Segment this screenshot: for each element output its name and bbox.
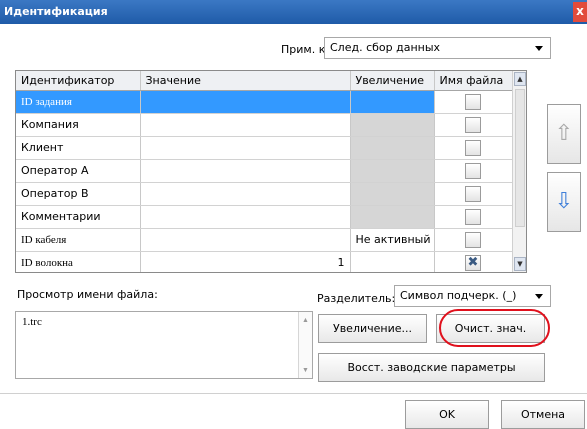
scroll-thumb[interactable] bbox=[515, 89, 525, 227]
zoom-button[interactable]: Увеличение... bbox=[318, 314, 427, 343]
move-up-button[interactable]: ⇧ bbox=[547, 104, 581, 164]
filename-checkbox[interactable] bbox=[465, 208, 481, 225]
zoom-cell bbox=[350, 113, 435, 137]
value-cell[interactable] bbox=[140, 90, 351, 114]
window-title: Идентификация bbox=[4, 5, 108, 18]
table-row[interactable]: ID волокна 1 ✖ bbox=[16, 251, 513, 272]
title-bar: Идентификация x bbox=[0, 0, 587, 24]
zoom-cell[interactable]: Не активный bbox=[350, 228, 435, 252]
zoom-cell bbox=[350, 205, 435, 229]
scroll-down-icon[interactable]: ▼ bbox=[300, 364, 311, 376]
value-cell[interactable] bbox=[140, 159, 351, 183]
filename-preview-text: 1.trc bbox=[22, 316, 42, 328]
separator-value: Символ подчерк. (_) bbox=[400, 289, 517, 302]
identifier-cell[interactable]: Оператор A bbox=[16, 159, 141, 183]
separator-select[interactable]: Символ подчерк. (_) bbox=[394, 285, 551, 307]
zoom-cell bbox=[350, 159, 435, 183]
filename-cell: ✖ bbox=[434, 251, 513, 272]
filename-checkbox[interactable] bbox=[465, 116, 481, 133]
filename-cell bbox=[434, 136, 513, 160]
chevron-down-icon bbox=[535, 294, 543, 299]
value-cell[interactable] bbox=[140, 205, 351, 229]
move-down-button[interactable]: ⇩ bbox=[547, 172, 581, 232]
table-row[interactable]: Клиент bbox=[16, 136, 513, 160]
clear-values-button[interactable]: Очист. знач. bbox=[436, 314, 545, 343]
footer-divider bbox=[0, 393, 587, 394]
identifier-cell[interactable]: Клиент bbox=[16, 136, 141, 160]
apply-to-label: Прим. к: bbox=[281, 43, 330, 56]
zoom-cell[interactable] bbox=[350, 251, 435, 272]
grid-scrollbar[interactable]: ▲ ▼ bbox=[512, 71, 526, 272]
filename-cell bbox=[434, 90, 513, 114]
filename-checkbox[interactable] bbox=[465, 93, 481, 110]
table-row[interactable]: Компания bbox=[16, 113, 513, 137]
identifier-cell[interactable]: Оператор B bbox=[16, 182, 141, 206]
filename-cell bbox=[434, 113, 513, 137]
filename-cell bbox=[434, 228, 513, 252]
identifier-cell[interactable]: ID кабеля bbox=[16, 228, 141, 252]
filename-checkbox[interactable] bbox=[465, 231, 481, 248]
zoom-cell bbox=[350, 90, 435, 114]
apply-to-value: След. сбор данных bbox=[330, 41, 441, 54]
separator-label: Разделитель: bbox=[317, 292, 396, 305]
arrow-down-icon: ⇩ bbox=[554, 189, 574, 214]
scroll-up-icon[interactable]: ▲ bbox=[514, 72, 526, 86]
filename-checkbox[interactable] bbox=[465, 185, 481, 202]
restore-defaults-button[interactable]: Восст. заводские параметры bbox=[318, 353, 545, 382]
filename-checkbox[interactable] bbox=[465, 139, 481, 156]
column-header-identifier[interactable]: Идентификатор bbox=[16, 71, 141, 91]
close-button[interactable]: x bbox=[573, 2, 587, 22]
filename-checkbox-checked[interactable]: ✖ bbox=[465, 254, 481, 271]
identifier-cell[interactable]: Компания bbox=[16, 113, 141, 137]
value-cell[interactable] bbox=[140, 182, 351, 206]
filename-cell bbox=[434, 205, 513, 229]
chevron-down-icon bbox=[535, 46, 543, 51]
value-cell[interactable] bbox=[140, 228, 351, 252]
table-row[interactable]: ID кабеля Не активный bbox=[16, 228, 513, 252]
value-cell[interactable]: 1 bbox=[140, 251, 351, 272]
filename-cell bbox=[434, 182, 513, 206]
identifier-cell[interactable]: ID задания bbox=[16, 90, 141, 114]
cancel-button[interactable]: Отмена bbox=[501, 400, 585, 429]
table-row[interactable]: ID задания bbox=[16, 90, 513, 114]
column-header-filename[interactable]: Имя файла bbox=[434, 71, 513, 91]
identification-grid: Идентификатор Значение Увеличение Имя фа… bbox=[15, 70, 527, 273]
column-header-value[interactable]: Значение bbox=[140, 71, 351, 91]
scroll-down-icon[interactable]: ▼ bbox=[514, 257, 526, 271]
zoom-cell bbox=[350, 182, 435, 206]
table-row[interactable]: Оператор A bbox=[16, 159, 513, 183]
filename-preview-box: 1.trc ▲ ▼ bbox=[15, 311, 313, 379]
grid-header-row: Идентификатор Значение Увеличение Имя фа… bbox=[16, 71, 513, 91]
filename-cell bbox=[434, 159, 513, 183]
apply-to-select[interactable]: След. сбор данных bbox=[324, 37, 551, 59]
table-row[interactable]: Оператор B bbox=[16, 182, 513, 206]
zoom-cell bbox=[350, 136, 435, 160]
identifier-cell[interactable]: ID волокна bbox=[16, 251, 141, 272]
arrow-up-icon: ⇧ bbox=[554, 121, 574, 146]
value-cell[interactable] bbox=[140, 113, 351, 137]
ok-button[interactable]: OK bbox=[405, 400, 489, 429]
filename-checkbox[interactable] bbox=[465, 162, 481, 179]
preview-scrollbar[interactable]: ▲ ▼ bbox=[298, 312, 312, 378]
scroll-up-icon[interactable]: ▲ bbox=[300, 314, 311, 326]
table-row[interactable]: Комментарии bbox=[16, 205, 513, 229]
column-header-zoom[interactable]: Увеличение bbox=[350, 71, 435, 91]
filename-preview-label: Просмотр имени файла: bbox=[17, 288, 158, 301]
identifier-cell[interactable]: Комментарии bbox=[16, 205, 141, 229]
value-cell[interactable] bbox=[140, 136, 351, 160]
identification-dialog: Идентификация x Прим. к: След. сбор данн… bbox=[0, 0, 587, 429]
